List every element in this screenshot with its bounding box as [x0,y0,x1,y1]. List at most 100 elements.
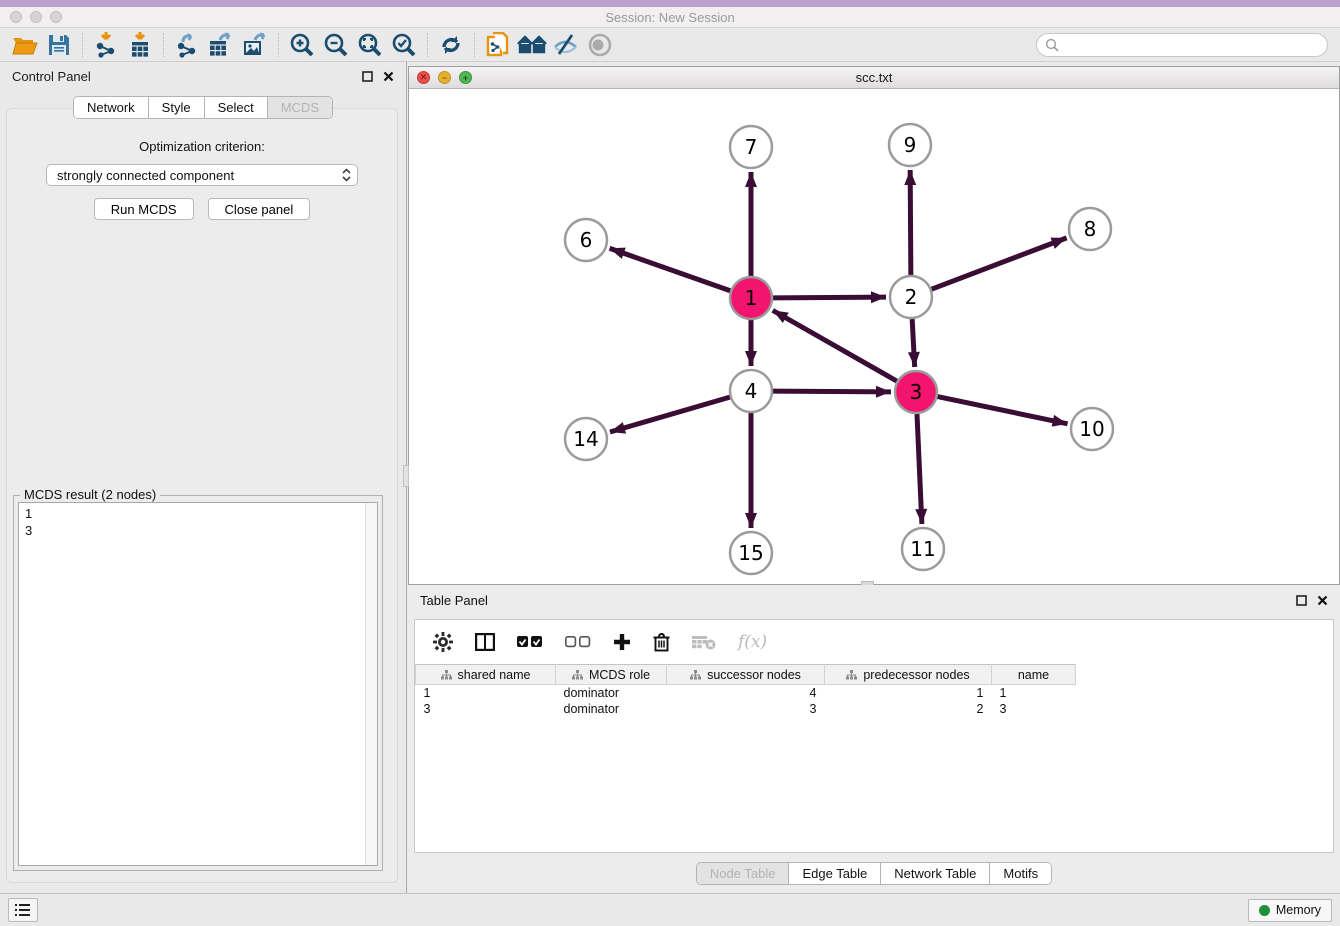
mcds-result-scrollbar[interactable] [365,503,377,865]
save-session-icon[interactable] [42,31,76,59]
graph-edge-3-1[interactable] [773,310,897,381]
node-table-container: f(x) shared name MCDS role successor nod… [414,619,1334,853]
cell-name[interactable]: 3 [992,701,1076,717]
close-panel-button[interactable]: Close panel [208,198,311,220]
graph-edge-2-3[interactable] [912,319,915,367]
vertical-splitter-handle[interactable] [403,465,409,487]
graph-edge-3-10[interactable] [938,397,1068,424]
main-titlebar: Session: New Session [0,7,1340,28]
run-mcds-button[interactable]: Run MCDS [94,198,194,220]
mcds-panel: Optimization criterion: strongly connect… [6,108,398,883]
cell-predecessor-nodes[interactable]: 2 [825,701,992,717]
first-neighbors-icon[interactable] [515,31,549,59]
column-type-icon [846,670,857,680]
add-row-icon[interactable] [613,633,631,651]
graph-edge-4-14[interactable] [610,397,730,432]
cell-mcds-role[interactable]: dominator [556,685,667,701]
table-row[interactable]: 1 dominator 4 1 1 [416,685,1334,701]
network-view-window: ✕ − + scc.txt 7968124314101511 [408,66,1340,585]
column-header-predecessor-nodes[interactable]: predecessor nodes [825,665,992,685]
column-browser-icon[interactable] [475,633,495,651]
cell-mcds-role[interactable]: dominator [556,701,667,717]
import-table-icon[interactable] [123,31,157,59]
network-graph[interactable]: 7968124314101511 [409,89,1339,584]
tab-mcds[interactable]: MCDS [268,97,332,118]
tab-style[interactable]: Style [149,97,205,118]
duplicate-network-icon[interactable] [481,31,515,59]
cell-shared-name[interactable]: 3 [416,701,556,717]
graph-edge-3-11[interactable] [917,414,922,524]
zoom-in-icon[interactable] [285,31,319,59]
export-table-icon[interactable] [204,31,238,59]
tab-network[interactable]: Network [74,97,149,118]
toolbar-separator [163,33,164,57]
delete-row-icon[interactable] [653,633,670,652]
network-window-title: scc.txt [409,70,1339,85]
column-header-name[interactable]: name [992,665,1076,685]
graph-node-label-11: 11 [910,537,935,561]
mcds-result-textarea[interactable]: 1 3 [18,502,378,866]
table-settings-gear-icon[interactable] [433,632,453,652]
cell-shared-name[interactable]: 1 [416,685,556,701]
column-header-shared-name[interactable]: shared name [416,665,556,685]
graph-node-label-2: 2 [905,285,918,309]
close-panel-icon[interactable] [383,71,394,82]
graph-edge-1-2[interactable] [773,297,886,298]
table-row[interactable]: 3 dominator 3 2 3 [416,701,1334,717]
graph-node-label-15: 15 [738,541,763,565]
memory-button[interactable]: Memory [1248,899,1332,922]
table-panel-tabs: Node Table Edge Table Network Table Moti… [408,862,1340,885]
refresh-styles-icon[interactable] [434,31,468,59]
column-type-icon [441,670,452,680]
float-panel-icon[interactable] [362,71,373,82]
combo-stepper-icon [342,168,351,182]
column-header-mcds-role[interactable]: MCDS role [556,665,667,685]
optimization-criterion-select[interactable]: strongly connected component [46,164,358,186]
tab-motifs[interactable]: Motifs [990,863,1051,884]
tab-edge-table[interactable]: Edge Table [789,863,881,884]
show-panels-list-button[interactable] [8,898,38,922]
toolbar-separator [82,33,83,57]
hide-graphics-details-icon[interactable] [549,31,583,59]
show-graphics-details-icon[interactable] [583,31,617,59]
network-window-titlebar[interactable]: ✕ − + scc.txt [409,67,1339,89]
tab-node-table[interactable]: Node Table [697,863,790,884]
cell-name[interactable]: 1 [992,685,1076,701]
mcds-result-title: MCDS result (2 nodes) [20,487,160,502]
node-table: shared name MCDS role successor nodes pr… [415,664,1333,717]
import-network-icon[interactable] [89,31,123,59]
close-table-panel-icon[interactable] [1317,595,1328,606]
zoom-out-icon[interactable] [319,31,353,59]
select-all-checks-icon[interactable] [517,636,543,648]
column-header-filler [1076,665,1334,685]
window-accent-strip [0,0,1340,7]
table-panel: Table Panel [408,585,1340,893]
graph-edge-2-8[interactable] [932,238,1067,289]
table-panel-title: Table Panel [420,593,488,608]
column-header-successor-nodes[interactable]: successor nodes [667,665,825,685]
float-table-panel-icon[interactable] [1296,595,1307,606]
search-field[interactable] [1036,33,1328,57]
tab-network-table[interactable]: Network Table [881,863,990,884]
graph-edge-1-6[interactable] [610,248,731,290]
optimization-criterion-label: Optimization criterion: [7,139,397,154]
control-panel-tabs: Network Style Select MCDS [0,96,406,119]
status-bar: Memory [0,893,1340,926]
graph-edge-2-9[interactable] [910,170,911,275]
zoom-selected-icon[interactable] [387,31,421,59]
search-input[interactable] [1063,38,1319,52]
graph-edge-4-3[interactable] [773,391,891,392]
tab-select[interactable]: Select [205,97,268,118]
network-canvas[interactable]: 7968124314101511 [409,89,1339,584]
export-image-icon[interactable] [238,31,272,59]
open-session-icon[interactable] [8,31,42,59]
zoom-fit-icon[interactable] [353,31,387,59]
deselect-all-checks-icon[interactable] [565,636,591,648]
graph-node-label-9: 9 [904,133,917,157]
cell-successor-nodes[interactable]: 3 [667,701,825,717]
main-toolbar [0,28,1340,62]
cell-predecessor-nodes[interactable]: 1 [825,685,992,701]
export-network-icon[interactable] [170,31,204,59]
cell-successor-nodes[interactable]: 4 [667,685,825,701]
window-title: Session: New Session [0,10,1340,25]
